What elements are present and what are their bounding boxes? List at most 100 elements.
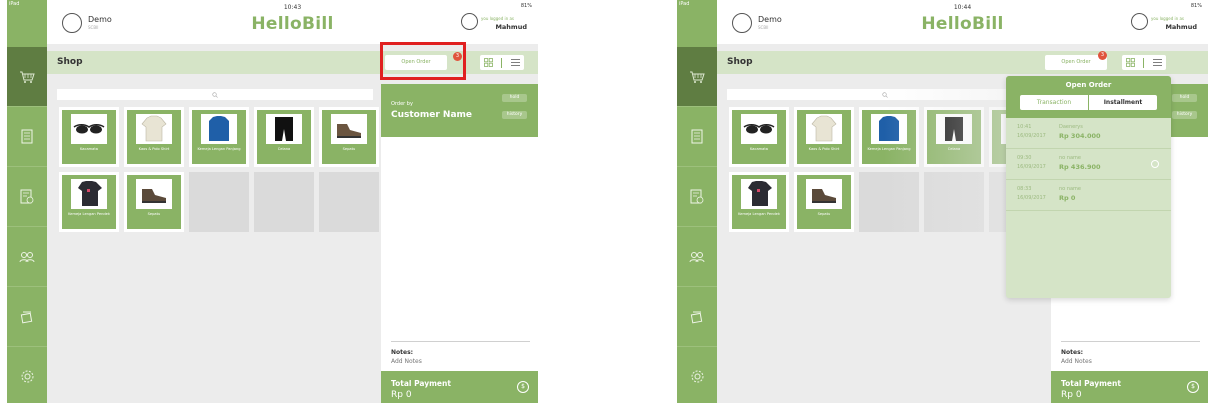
product-label: Kemeja Lengan Pendek — [68, 212, 110, 216]
open-order-row[interactable]: 09:30 16/09/2017 no name Rp 436.900 — [1006, 149, 1171, 180]
product-tile[interactable]: Kacamata — [59, 107, 119, 167]
order-panel: Order by Customer Name hold history Note… — [381, 84, 538, 403]
order-amount: Rp 304.000 — [1059, 132, 1101, 140]
product-tile[interactable]: Kemeja Lengan Pendek — [59, 172, 119, 232]
view-toggle[interactable] — [1122, 55, 1166, 70]
list-view-icon[interactable] — [510, 58, 520, 67]
status-device: iPad — [679, 1, 690, 7]
sidebar-item-settings[interactable] — [677, 347, 717, 403]
total-payment-label: Total Payment — [391, 379, 451, 388]
receipt-icon — [20, 189, 34, 204]
empty-tile — [859, 172, 919, 232]
order-customer: no name — [1059, 186, 1081, 192]
sidebar-item-orders[interactable] — [677, 107, 717, 167]
search-icon — [882, 91, 888, 98]
tab-installment[interactable]: Installment — [1089, 95, 1157, 110]
history-button[interactable]: history — [502, 111, 527, 119]
shirt-image — [201, 114, 237, 144]
sidebar-item-receipts[interactable] — [677, 167, 717, 227]
glasses-image — [71, 114, 107, 144]
payment-icon[interactable]: $ — [517, 381, 529, 393]
sidebar-item-receipts[interactable] — [7, 167, 47, 227]
product-label: Kacamata — [80, 147, 98, 151]
popover-header: Open Order Transaction Installment — [1006, 76, 1171, 118]
empty-tile — [924, 172, 984, 232]
add-notes-link[interactable]: Add Notes — [1061, 358, 1092, 365]
open-order-popover: Open Order Transaction Installment 10:41… — [1006, 76, 1171, 298]
toggle-divider — [501, 57, 503, 68]
open-order-row[interactable]: 08:33 16/09/2017 no name Rp 0 — [1006, 180, 1171, 211]
product-tile[interactable]: Kaos & Polo Shirt — [124, 107, 184, 167]
order-by-label: Order by — [391, 101, 413, 107]
order-date: 16/09/2017 — [1017, 133, 1046, 139]
product-label: Kemeja Lengan Panjang — [867, 147, 911, 151]
hold-button[interactable]: hold — [1172, 94, 1197, 102]
sidebar-rail: iPad — [677, 0, 717, 403]
total-payment-bar[interactable]: Total Payment Rp 0 $ — [1051, 371, 1208, 403]
receipt-icon — [690, 189, 704, 204]
order-time: 09:30 — [1017, 155, 1032, 161]
sidebar-item-customers[interactable] — [677, 227, 717, 287]
product-tile[interactable]: Sepatu — [124, 172, 184, 232]
hold-button[interactable]: hold — [502, 94, 527, 102]
total-payment-label: Total Payment — [1061, 379, 1121, 388]
shirt-image — [871, 114, 907, 144]
shorts-image — [266, 114, 302, 144]
sidebar-item-shop[interactable] — [7, 47, 47, 107]
view-toggle[interactable] — [480, 55, 524, 70]
product-tile[interactable]: Celana — [924, 107, 984, 167]
cart-icon — [20, 71, 35, 83]
history-button[interactable]: history — [1172, 111, 1197, 119]
screen-shop-before: iPad Demo SCBII 10:43 HelloBill 81% you … — [7, 0, 538, 403]
popover-title: Open Order — [1065, 81, 1112, 89]
product-tile[interactable]: Kemeja Lengan Pendek — [729, 172, 789, 232]
order-amount: Rp 436.900 — [1059, 163, 1101, 171]
polo-image — [806, 114, 842, 144]
order-customer: Daenerys — [1059, 124, 1083, 130]
product-tile[interactable]: Sepatu — [319, 107, 379, 167]
product-tile[interactable]: Kemeja Lengan Panjang — [189, 107, 249, 167]
sidebar-item-settings[interactable] — [7, 347, 47, 403]
sidebar-item-orders[interactable] — [7, 107, 47, 167]
product-tile[interactable]: Kacamata — [729, 107, 789, 167]
payment-icon[interactable]: $ — [1187, 381, 1199, 393]
shoe-image — [136, 179, 172, 209]
open-order-badge: 3 — [1098, 51, 1107, 60]
add-notes-link[interactable]: Add Notes — [391, 358, 422, 365]
product-tile[interactable]: Sepatu — [794, 172, 854, 232]
product-tile[interactable]: Celana — [254, 107, 314, 167]
tab-transaction[interactable]: Transaction — [1020, 95, 1089, 110]
user-name: Mahmud — [1165, 23, 1197, 31]
user-icon[interactable] — [461, 13, 478, 30]
search-input[interactable] — [727, 89, 1043, 100]
product-tile[interactable]: Kaos & Polo Shirt — [794, 107, 854, 167]
search-input[interactable] — [57, 89, 373, 100]
open-order-row[interactable]: 10:41 16/09/2017 Daenerys Rp 304.000 — [1006, 118, 1171, 149]
sidebar-item-inventory[interactable] — [7, 287, 47, 347]
order-amount: Rp 0 — [1059, 194, 1076, 202]
sidebar-rail: iPad — [7, 0, 47, 403]
sidebar-item-shop[interactable] — [677, 47, 717, 107]
screen-shop-open-order: iPad Demo SCBII 10:44 HelloBill 81% you … — [677, 0, 1208, 403]
tshirt-image — [741, 179, 777, 209]
list-view-icon[interactable] — [1152, 58, 1162, 67]
customer-name-field[interactable]: Customer Name — [391, 110, 472, 120]
grid-view-icon[interactable] — [484, 58, 494, 67]
customers-icon — [689, 251, 705, 262]
sidebar-item-customers[interactable] — [7, 227, 47, 287]
total-payment-bar[interactable]: Total Payment Rp 0 $ — [381, 371, 538, 403]
user-icon[interactable] — [1131, 13, 1148, 30]
sidebar-item-inventory[interactable] — [677, 287, 717, 347]
segment-control: Transaction Installment — [1020, 95, 1157, 110]
product-label: Kacamata — [750, 147, 768, 151]
product-label: Sepatu — [817, 212, 831, 216]
shoe-image — [331, 114, 367, 144]
search-icon — [212, 91, 218, 98]
product-label: Celana — [277, 147, 291, 151]
product-label: Celana — [947, 147, 961, 151]
grid-view-icon[interactable] — [1126, 58, 1136, 67]
highlight-box — [380, 42, 466, 80]
toggle-divider — [1143, 57, 1145, 68]
order-customer: no name — [1059, 155, 1081, 161]
product-tile[interactable]: Kemeja Lengan Panjang — [859, 107, 919, 167]
